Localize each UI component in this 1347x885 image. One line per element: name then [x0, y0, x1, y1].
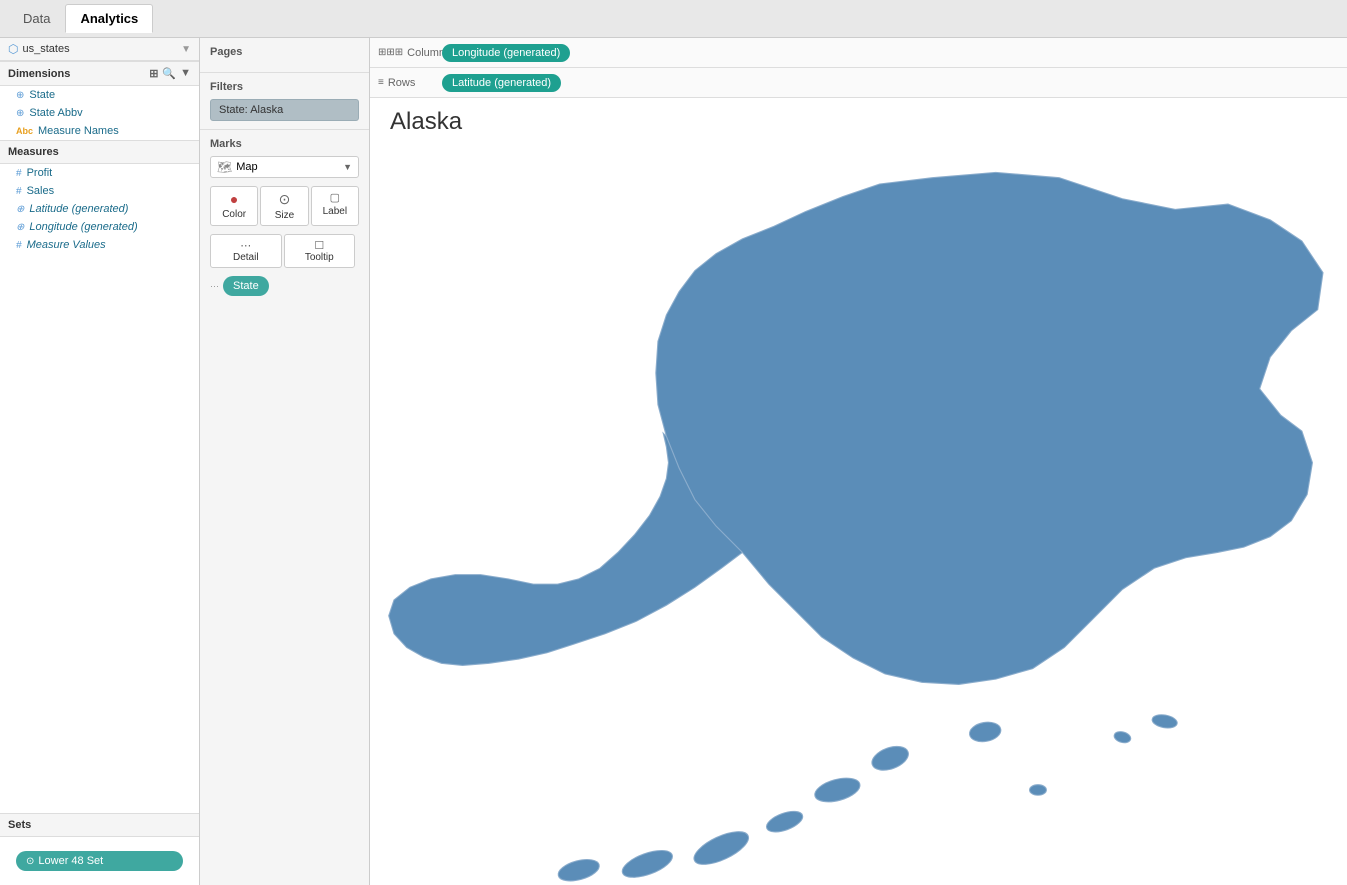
field-state-label: State: [29, 89, 55, 101]
canvas-area: ⊞⊞⊞ Columns Longitude (generated) ≡ Rows…: [370, 38, 1347, 885]
columns-shelf-label: ⊞⊞⊞ Columns: [378, 47, 438, 59]
pages-section: Pages: [200, 38, 369, 73]
lower48-set-label: Lower 48 Set: [38, 855, 103, 867]
columns-shelf: ⊞⊞⊞ Columns Longitude (generated): [370, 38, 1347, 68]
marks-row2: ⋯ Detail ☐ Tooltip: [210, 234, 359, 268]
field-sales-label: Sales: [27, 185, 55, 197]
search-icon[interactable]: 🔍: [162, 67, 176, 80]
color-label: Color: [222, 209, 246, 220]
lower48-set-pill[interactable]: ⊙ Lower 48 Set: [16, 851, 183, 871]
marks-color-btn[interactable]: ● Color: [210, 186, 258, 226]
field-latitude[interactable]: ⊕ Latitude (generated): [0, 200, 199, 218]
dropdown-chevron-icon: ▼: [343, 162, 352, 172]
marks-size-btn[interactable]: ⊙ Size: [260, 186, 308, 226]
abc-icon: Abc: [16, 126, 33, 136]
hash-icon: #: [16, 240, 22, 251]
globe-icon: ⊕: [16, 204, 24, 215]
rows-shelf-label: ≡ Rows: [378, 77, 438, 89]
measures-label: Measures: [8, 146, 59, 158]
field-state[interactable]: ⊕ State: [0, 86, 199, 104]
view-title: Alaska: [370, 98, 1347, 146]
middle-panel: Pages Filters State: Alaska Marks 🗺 Map …: [200, 38, 370, 885]
grid-icon[interactable]: ⊞: [149, 67, 158, 80]
filter-state-alaska[interactable]: State: Alaska: [210, 99, 359, 121]
rows-label: Rows: [388, 77, 416, 89]
field-state-abbv-label: State Abbv: [29, 107, 82, 119]
dimensions-label: Dimensions: [8, 68, 70, 80]
hash-icon: #: [16, 168, 22, 179]
dimensions-section-header: Dimensions ⊞ 🔍 ▼: [0, 61, 199, 86]
detail-icon: ⋯: [240, 239, 251, 252]
detail-dots-icon: ⋯: [210, 281, 219, 292]
globe-icon: ⊕: [16, 108, 24, 119]
map-type-icon: 🗺: [217, 160, 232, 174]
collapse-icon[interactable]: ▼: [180, 67, 191, 80]
measures-section-header: Measures: [0, 140, 199, 164]
source-name: us_states: [22, 43, 181, 55]
set-icon: ⊙: [26, 856, 34, 867]
marks-tooltip-btn[interactable]: ☐ Tooltip: [284, 234, 356, 268]
data-source-header: ⬡ us_states ▼: [0, 38, 199, 61]
detail-label: Detail: [233, 252, 259, 263]
tooltip-label: Tooltip: [305, 252, 334, 263]
marks-label-btn[interactable]: ▢ Label: [311, 186, 359, 226]
size-icon: ⊙: [279, 191, 291, 208]
pages-label: Pages: [210, 46, 359, 58]
hash-icon: #: [16, 186, 22, 197]
marks-buttons-grid: ● Color ⊙ Size ▢ Label: [210, 186, 359, 226]
state-detail-pill[interactable]: State: [223, 276, 269, 296]
globe-icon: ⊕: [16, 90, 24, 101]
marks-label: Marks: [210, 138, 359, 150]
field-sales[interactable]: # Sales: [0, 182, 199, 200]
database-icon: ⬡: [8, 42, 18, 56]
tab-data[interactable]: Data: [8, 4, 65, 33]
field-measure-names[interactable]: Abc Measure Names: [0, 122, 199, 140]
main-layout: ⬡ us_states ▼ Dimensions ⊞ 🔍 ▼ ⊕ State ⊕…: [0, 38, 1347, 885]
field-state-abbv[interactable]: ⊕ State Abbv: [0, 104, 199, 122]
color-dots-icon: ●: [230, 191, 238, 207]
field-measure-values[interactable]: # Measure Values: [0, 236, 199, 254]
tooltip-icon: ☐: [314, 239, 324, 252]
label-icon: ▢: [330, 191, 340, 204]
columns-grid-icon: ⊞⊞⊞: [378, 47, 403, 58]
field-profit-label: Profit: [27, 167, 53, 179]
dimensions-header-icons: ⊞ 🔍 ▼: [149, 67, 191, 80]
label-label: Label: [323, 206, 347, 217]
marks-section: Marks 🗺 Map ▼ ● Color ⊙ Size ▢ Label: [200, 130, 369, 304]
columns-longitude-pill[interactable]: Longitude (generated): [442, 44, 570, 62]
marks-type-label: Map: [232, 161, 343, 173]
left-panel: ⬡ us_states ▼ Dimensions ⊞ 🔍 ▼ ⊕ State ⊕…: [0, 38, 200, 885]
top-tab-bar: Data Analytics: [0, 0, 1347, 38]
marks-detail-btn[interactable]: ⋯ Detail: [210, 234, 282, 268]
field-longitude[interactable]: ⊕ Longitude (generated): [0, 218, 199, 236]
state-detail-label: State: [233, 280, 259, 292]
rows-shelf: ≡ Rows Latitude (generated): [370, 68, 1347, 98]
field-measure-names-label: Measure Names: [38, 125, 119, 137]
dropdown-arrow[interactable]: ▼: [181, 44, 191, 55]
size-label: Size: [275, 210, 294, 221]
alaska-map-svg: [370, 146, 1347, 885]
filters-section: Filters State: Alaska: [200, 73, 369, 130]
globe-icon: ⊕: [16, 222, 24, 233]
rows-latitude-pill[interactable]: Latitude (generated): [442, 74, 561, 92]
tab-analytics[interactable]: Analytics: [65, 4, 153, 33]
rows-grid-icon: ≡: [378, 77, 384, 88]
map-canvas[interactable]: [370, 146, 1347, 885]
filters-label: Filters: [210, 81, 359, 93]
sets-label: Sets: [8, 819, 31, 831]
field-profit[interactable]: # Profit: [0, 164, 199, 182]
field-measure-values-label: Measure Values: [27, 239, 106, 251]
marks-type-dropdown[interactable]: 🗺 Map ▼: [210, 156, 359, 178]
sets-section-header: Sets: [0, 813, 199, 837]
field-longitude-label: Longitude (generated): [29, 221, 137, 233]
field-latitude-label: Latitude (generated): [29, 203, 128, 215]
